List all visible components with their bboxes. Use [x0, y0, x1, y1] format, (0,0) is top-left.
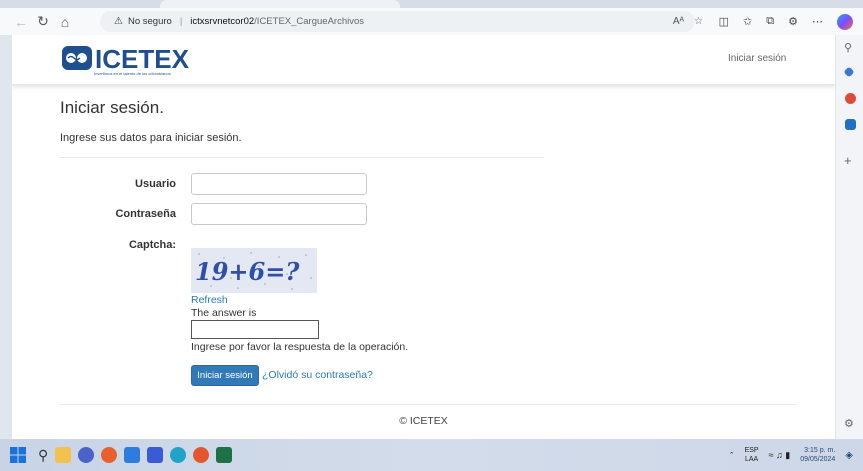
username-field[interactable]	[191, 173, 367, 195]
security-label[interactable]: No seguro	[128, 16, 172, 27]
outlook-icon[interactable]	[845, 119, 856, 130]
file-explorer-icon[interactable]	[55, 447, 72, 463]
address-actions: Aᴬ ☆	[673, 11, 703, 32]
outlook-taskbar-icon[interactable]	[147, 447, 164, 463]
url-host: ictxsrvnetcor02	[190, 16, 255, 27]
windows-start-icon[interactable]	[10, 447, 26, 463]
system-tray: ⌃ ESP LAA ≈ ♫ ▮ 3:15 p. m. 09/05/2024 ◈	[729, 439, 853, 471]
more-menu-icon[interactable]: ⋯	[812, 15, 823, 28]
games-icon[interactable]	[845, 93, 856, 104]
browser-sidebar: ⚲ + ⚙	[835, 35, 863, 439]
footer-copyright: © ICETEX	[399, 415, 448, 427]
login-button[interactable]: Iniciar sesión	[191, 365, 259, 386]
home-icon[interactable]: ⌂	[54, 11, 76, 33]
notifications-icon[interactable]: ◈	[845, 450, 853, 461]
page-subtitle: Ingrese sus datos para iniciar sesión.	[60, 132, 242, 144]
reload-icon[interactable]: ↻	[32, 11, 54, 33]
settings-icon[interactable]: ⚙	[844, 417, 854, 430]
divider	[60, 157, 544, 158]
split-screen-icon[interactable]: ◫	[719, 15, 729, 28]
site-navbar: ICETEX Invertimos en el talento de los c…	[12, 35, 835, 85]
nav-login-link[interactable]: Iniciar sesión	[728, 53, 786, 64]
forgot-password-link[interactable]: ¿Olvidó su contraseña?	[262, 369, 373, 381]
logo-wordmark: ICETEX	[95, 44, 190, 74]
captcha-answer-field[interactable]	[191, 320, 319, 339]
logo-tagline: Invertimos en el talento de los colombia…	[94, 71, 171, 76]
chrome-icon[interactable]	[101, 447, 118, 463]
edge-icon[interactable]	[170, 447, 187, 463]
url-path: /ICETEX_CargueArchivos	[254, 16, 364, 27]
captcha-refresh-link[interactable]: Refresh	[191, 294, 228, 306]
username-label: Usuario	[135, 178, 176, 190]
back-icon[interactable]: ←	[10, 11, 32, 33]
address-bar[interactable]: ⚠ No seguro | ictxsrvnetcor02 /ICETEX_Ca…	[100, 11, 695, 32]
icetex-logo[interactable]: ICETEX Invertimos en el talento de los c…	[60, 43, 230, 77]
windows-taskbar: ⚲ ⌃ ESP LAA ≈ ♫ ▮ 3:15 p. m. 09/05/2024 …	[0, 439, 863, 471]
footer-divider	[60, 404, 796, 405]
clock[interactable]: 3:15 p. m. 09/05/2024	[800, 446, 835, 464]
taskbar-search-icon[interactable]: ⚲	[38, 447, 48, 464]
tag-icon[interactable]	[843, 66, 855, 78]
captcha-image: 19+6=?	[191, 248, 317, 293]
network-volume-battery-icon[interactable]: ≈ ♫ ▮	[769, 450, 791, 461]
browser-toolbar: ← ↻ ⌂ ⚠ No seguro | ictxsrvnetcor02 /ICE…	[0, 8, 863, 35]
language-indicator[interactable]: ESP LAA	[745, 446, 759, 464]
search-icon[interactable]: ⚲	[844, 41, 852, 54]
app-icon[interactable]	[193, 447, 210, 463]
password-field[interactable]	[191, 203, 367, 225]
clock-date: 09/05/2024	[800, 456, 836, 463]
favorites-icon[interactable]: ✩	[743, 15, 752, 28]
page-title: Iniciar sesión.	[60, 98, 164, 117]
clock-time: 3:15 p. m.	[804, 447, 836, 454]
favorite-star-icon[interactable]: ☆	[694, 16, 703, 27]
excel-icon[interactable]	[216, 447, 233, 463]
extensions-icon[interactable]: ⚙	[788, 15, 798, 28]
page-viewport: ICETEX Invertimos en el talento de los c…	[12, 35, 835, 439]
address-separator: |	[179, 16, 183, 27]
answer-label: The answer is	[191, 307, 257, 319]
collections-icon[interactable]: ⧉	[766, 15, 774, 28]
tray-chevron-icon[interactable]: ⌃	[729, 451, 735, 459]
add-icon[interactable]: +	[844, 153, 852, 168]
teams-icon[interactable]	[78, 447, 95, 463]
warning-icon[interactable]: ⚠	[114, 16, 123, 27]
captcha-label: Captcha:	[128, 239, 176, 251]
captcha-text: 19+6=?	[195, 257, 300, 286]
toolbar-actions: ◫ ✩ ⧉ ⚙ ⋯	[719, 11, 853, 32]
tab-strip	[0, 0, 863, 8]
store-icon[interactable]	[124, 447, 141, 463]
active-tab[interactable]	[160, 0, 400, 8]
password-label: Contraseña	[115, 208, 176, 220]
language-code: ESP	[744, 447, 759, 454]
keyboard-layout: LAA	[744, 456, 759, 463]
read-aloud-icon[interactable]: Aᴬ	[673, 16, 684, 27]
copilot-icon[interactable]	[837, 13, 853, 30]
captcha-hint: Ingrese por favor la respuesta de la ope…	[191, 341, 409, 353]
